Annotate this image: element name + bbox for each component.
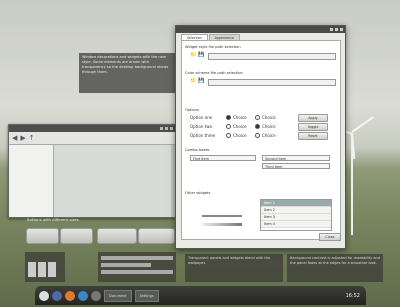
- progress-panel: [98, 252, 176, 282]
- row-label: Option two: [190, 124, 212, 129]
- group2-label: Color scheme file path selection: [185, 71, 243, 75]
- folder-icon[interactable]: 📁: [190, 78, 196, 84]
- taskbar: Document Settings 16:52: [35, 286, 366, 305]
- radio-button[interactable]: [255, 115, 260, 120]
- firefox-icon[interactable]: [65, 290, 75, 301]
- progress-bar-3: [101, 270, 173, 274]
- radio-button[interactable]: [255, 133, 260, 138]
- folder-icon[interactable]: 📁: [190, 52, 196, 58]
- toggle-button-2[interactable]: [38, 262, 46, 277]
- scheme-path-field[interactable]: [208, 79, 336, 86]
- toggle-button-1[interactable]: [28, 262, 36, 277]
- window-toolbar: ◀ ▶ ↑: [9, 132, 175, 145]
- radio-label: Choice: [262, 133, 276, 138]
- radio-label: Choice: [262, 124, 276, 129]
- sample-button-4[interactable]: [138, 228, 175, 244]
- radio-button[interactable]: [226, 124, 231, 129]
- start-menu-icon[interactable]: [39, 290, 49, 301]
- close-button[interactable]: Close: [319, 233, 341, 241]
- progress-bar-1: [101, 256, 173, 260]
- radio-label: Choice: [233, 115, 247, 120]
- maximize-icon[interactable]: [335, 28, 338, 31]
- save-icon[interactable]: 💾: [198, 78, 204, 84]
- system-settings-icon[interactable]: [78, 290, 88, 301]
- list-item[interactable]: Item 3: [261, 214, 331, 221]
- list-item[interactable]: Item 1: [261, 200, 331, 207]
- combo-box-2[interactable]: Second item: [262, 155, 330, 161]
- radio-button[interactable]: [255, 124, 260, 129]
- minimize-icon[interactable]: [330, 28, 333, 31]
- row-label: Option one: [190, 115, 213, 120]
- combo-label: Combo boxes: [185, 148, 210, 152]
- wind-turbine: [332, 105, 374, 235]
- maximize-icon[interactable]: [165, 127, 168, 130]
- small-buttons-panel: [25, 252, 65, 282]
- list-item[interactable]: Item 4: [261, 221, 331, 228]
- buttons-label: Buttons with different sizes: [27, 217, 79, 222]
- radio-label: Choice: [233, 133, 247, 138]
- taskbar-task-1[interactable]: Document: [104, 289, 132, 302]
- file-manager-window[interactable]: ◀ ▶ ↑: [8, 124, 176, 218]
- toggle-button-3[interactable]: [48, 262, 56, 277]
- options-label: Options: [185, 108, 199, 112]
- style-path-field[interactable]: [208, 53, 336, 60]
- panel-text-left: Transparent panels and widgets blend wit…: [188, 256, 271, 265]
- clock: 16:52: [345, 292, 360, 299]
- radio-label: Choice: [233, 124, 247, 129]
- list-item[interactable]: Item 2: [261, 207, 331, 214]
- sample-button-1[interactable]: [26, 228, 59, 244]
- close-icon[interactable]: [340, 28, 343, 31]
- info-panel-left: Transparent panels and widgets blend wit…: [185, 254, 283, 282]
- back-icon[interactable]: ◀: [12, 134, 17, 142]
- radio-button[interactable]: [226, 115, 231, 120]
- dialog-body: Widget style file path selection 📁 💾 Col…: [181, 40, 341, 240]
- gradient-bar: [202, 223, 242, 226]
- panel-text-right: Background contrast is adjusted for read…: [290, 256, 380, 265]
- side-panel[interactable]: [9, 145, 54, 217]
- progress-bar-2: [101, 263, 152, 267]
- info-panel-right: Background contrast is adjusted for read…: [287, 254, 383, 282]
- radio-label: Choice: [262, 115, 276, 120]
- up-icon[interactable]: ↑: [29, 134, 35, 142]
- radio-button[interactable]: [226, 133, 231, 138]
- note-text: Window decorations and widgets with the …: [82, 55, 169, 74]
- toggle-button[interactable]: Toggle: [298, 123, 328, 131]
- content-area[interactable]: [54, 145, 175, 217]
- apply-button[interactable]: Apply: [298, 114, 328, 122]
- row-label: Option three: [190, 133, 216, 138]
- minimize-icon[interactable]: [160, 127, 163, 130]
- sample-button-2[interactable]: [60, 228, 93, 244]
- dialog-titlebar[interactable]: [176, 26, 345, 33]
- combo-box-3[interactable]: Third item: [262, 163, 330, 169]
- save-icon[interactable]: 💾: [198, 52, 204, 58]
- slider[interactable]: [202, 215, 242, 217]
- other-widgets-label: Other widgets: [185, 191, 211, 195]
- taskbar-task-2[interactable]: Settings: [134, 289, 159, 302]
- close-icon[interactable]: [170, 127, 173, 130]
- forward-icon[interactable]: ▶: [20, 134, 25, 142]
- browser-icon[interactable]: [52, 290, 62, 301]
- item-list[interactable]: Item 1 Item 2 Item 3 Item 4: [260, 199, 332, 231]
- window-titlebar[interactable]: [9, 125, 175, 132]
- description-note: Window decorations and widgets with the …: [79, 53, 175, 93]
- combo-box-1[interactable]: First item: [190, 155, 256, 161]
- group1-label: Widget style file path selection: [185, 45, 241, 49]
- sample-button-3[interactable]: [97, 228, 137, 244]
- terminal-icon[interactable]: [91, 290, 101, 301]
- reset-button[interactable]: Reset: [298, 132, 328, 140]
- settings-dialog[interactable]: Selection Appearance Widget style file p…: [175, 25, 346, 249]
